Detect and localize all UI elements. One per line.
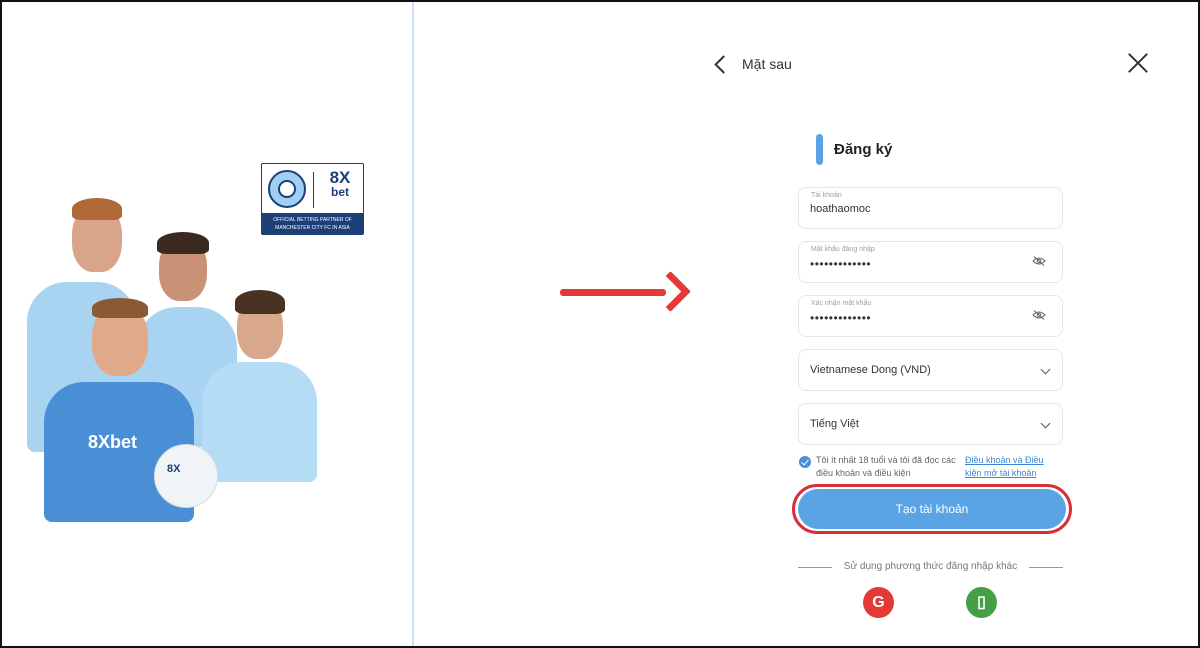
- window-frame: 8X bet OFFICIAL BETTING PARTNER OF MANCH…: [0, 0, 1200, 648]
- consent-text: Tôi ít nhất 18 tuổi và tôi đã đọc các đi…: [816, 455, 956, 478]
- google-icon: G: [872, 594, 885, 611]
- football: 8X: [154, 444, 218, 508]
- players-image: 8Xbet 8X: [22, 192, 322, 532]
- chevron-down-icon: [1040, 418, 1051, 429]
- eye-off-icon[interactable]: [1032, 256, 1046, 266]
- sponsor-logo: 8X bet: [329, 168, 351, 199]
- back-button[interactable]: Mặt sau: [712, 52, 792, 76]
- chevron-down-icon: [1040, 364, 1051, 375]
- phone-icon: ▯: [977, 594, 986, 611]
- eye-off-icon[interactable]: [1032, 310, 1046, 320]
- language-select[interactable]: Tiếng Việt: [798, 403, 1063, 445]
- google-login-button[interactable]: G: [863, 587, 894, 618]
- password-field[interactable]: Mật khẩu đăng nhập •••••••••••••: [798, 241, 1063, 283]
- terms-consent: Tôi ít nhất 18 tuổi và tôi đã đọc các đi…: [798, 454, 1063, 484]
- alt-login-divider: Sử dụng phương thức đăng nhập khác: [798, 561, 1063, 575]
- chevron-left-icon: [714, 54, 733, 74]
- title-accent-bar: [816, 133, 823, 165]
- confirm-password-field[interactable]: Xác nhận mật khẩu •••••••••••••: [798, 295, 1063, 337]
- phone-login-button[interactable]: ▯: [966, 587, 997, 618]
- password-value: •••••••••••••: [810, 257, 872, 271]
- confirm-password-value: •••••••••••••: [810, 311, 872, 325]
- annotation-arrow-head: [649, 270, 692, 313]
- terms-link[interactable]: Điều khoản và Điều kiện mở tài khoản: [965, 454, 1057, 480]
- page-title: Đăng ký: [816, 133, 892, 165]
- shirt-sponsor-text: 8Xbet: [88, 432, 138, 452]
- panel-divider: [412, 2, 414, 646]
- close-icon[interactable]: [1127, 52, 1149, 74]
- create-account-button[interactable]: Tạo tài khoản: [798, 489, 1066, 529]
- username-field[interactable]: Tài khoản hoathaomoc: [798, 187, 1063, 229]
- currency-select[interactable]: Vietnamese Dong (VND): [798, 349, 1063, 391]
- age-consent-checkbox[interactable]: [799, 456, 811, 468]
- promo-banner: 8X bet OFFICIAL BETTING PARTNER OF MANCH…: [2, 2, 412, 646]
- username-value: hoathaomoc: [810, 203, 871, 215]
